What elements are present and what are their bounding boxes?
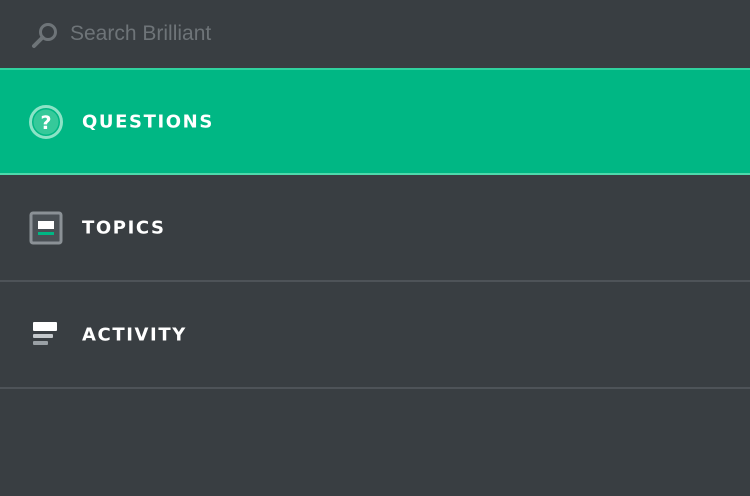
nav-item-questions[interactable]: ? QUESTIONS [0,68,750,175]
nav-item-topics[interactable]: TOPICS [0,175,750,282]
svg-text:?: ? [40,112,51,134]
nav-label-activity: ACTIVITY [82,324,187,345]
nav-label-topics: TOPICS [82,217,166,238]
search-icon[interactable] [30,21,60,51]
app-menu: ? QUESTIONS TOPICS ACTIVITY [0,0,750,496]
search-bar [0,0,750,68]
nav-list: ? QUESTIONS TOPICS ACTIVITY [0,68,750,389]
topics-icon [29,211,63,244]
nav-label-questions: QUESTIONS [82,111,214,132]
nav-item-activity[interactable]: ACTIVITY [0,282,750,389]
activity-icon [33,321,57,345]
search-input[interactable] [68,16,710,52]
question-circle-icon: ? [29,104,63,139]
